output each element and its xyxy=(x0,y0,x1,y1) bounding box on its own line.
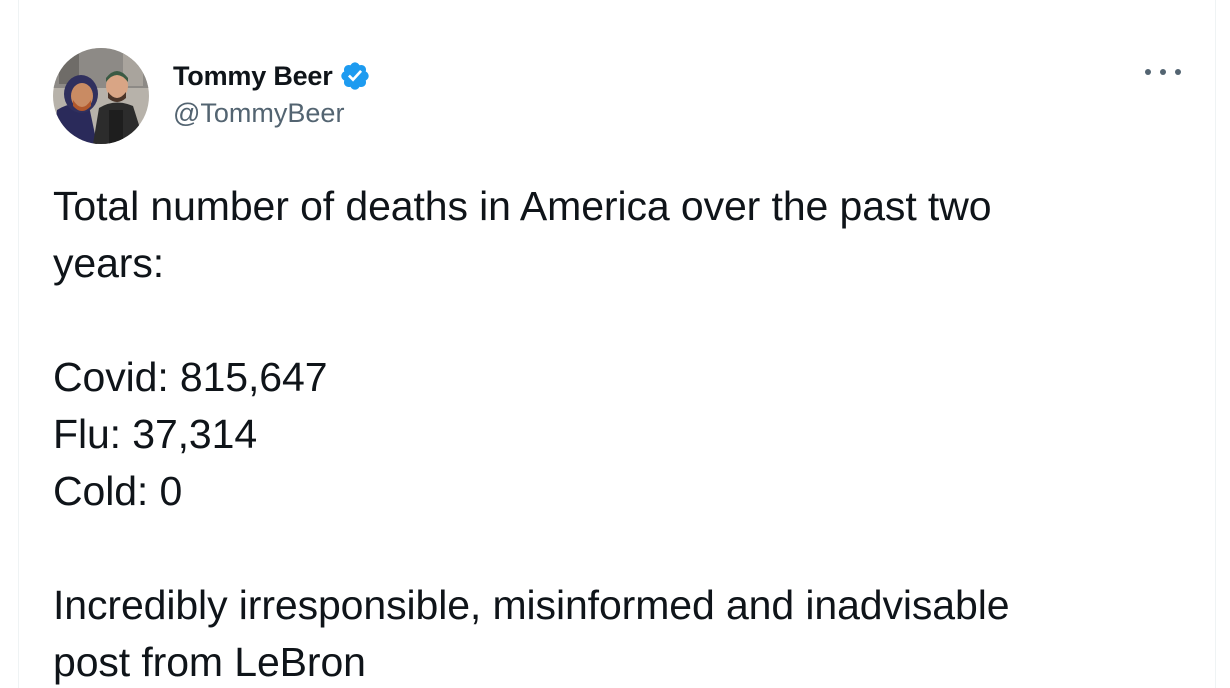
name-row: Tommy Beer xyxy=(173,58,371,94)
author-handle[interactable]: @TommyBeer xyxy=(173,98,371,129)
more-dot xyxy=(1145,69,1151,75)
author-name[interactable]: Tommy Beer xyxy=(173,61,333,92)
avatar-photo xyxy=(53,48,149,144)
tweet-text-line: Cold: 0 xyxy=(53,468,183,514)
tweet-text-line: Incredibly irresponsible, misinformed an… xyxy=(53,582,1010,628)
tweet-text-line: years: xyxy=(53,240,165,286)
tweet-text-line: Flu: 37,314 xyxy=(53,411,258,457)
more-dot xyxy=(1175,69,1181,75)
verified-badge-icon xyxy=(339,60,371,92)
tweet-text-line: Total number of deaths in America over t… xyxy=(53,183,992,229)
author-identity: Tommy Beer @TommyBeer xyxy=(173,58,371,129)
tweet-text: Total number of deaths in America over t… xyxy=(53,178,1173,688)
more-options-icon[interactable] xyxy=(1145,62,1181,82)
tweet-text-line: Covid: 815,647 xyxy=(53,354,328,400)
more-dot xyxy=(1160,69,1166,75)
avatar[interactable] xyxy=(53,48,149,144)
tweet-card: Tommy Beer @TommyBeer Total number of de… xyxy=(18,0,1216,688)
tweet-header: Tommy Beer @TommyBeer xyxy=(53,48,1185,148)
tweet-text-line: post from LeBron xyxy=(53,639,366,685)
